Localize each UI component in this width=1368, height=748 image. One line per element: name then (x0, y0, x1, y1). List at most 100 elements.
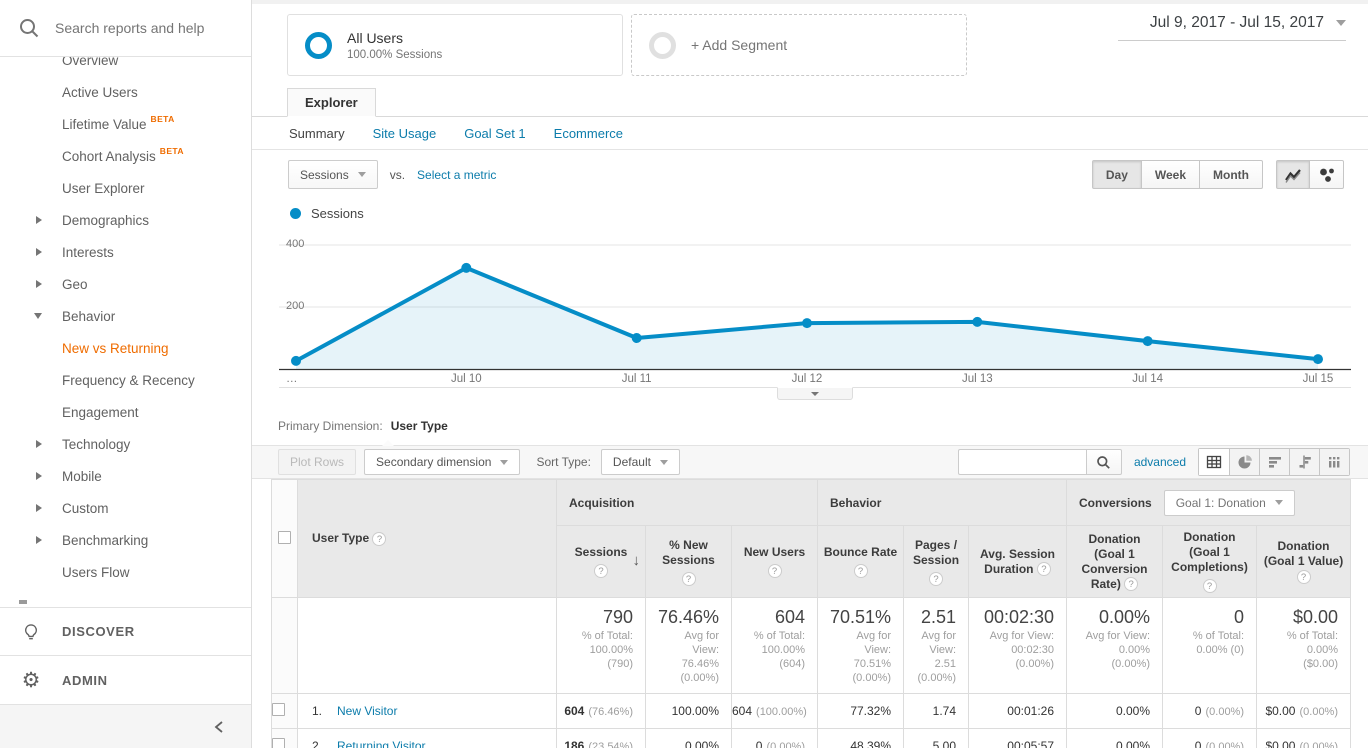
granularity-week[interactable]: Week (1141, 160, 1201, 189)
column-header-user-type[interactable]: User Type ? (297, 479, 557, 598)
column-header-new-sessions[interactable]: % New Sessions? (645, 525, 732, 598)
row-checkbox[interactable] (272, 703, 285, 716)
data-point[interactable] (631, 333, 642, 343)
column-header-bounce-rate[interactable]: Bounce Rate? (817, 525, 905, 598)
user-type-link[interactable]: Returning Visitor (337, 739, 426, 748)
help-icon[interactable]: ? (767, 564, 782, 578)
column-header-pages-session[interactable]: Pages / Session? (903, 525, 970, 598)
totals-cell: 0 % of Total: 0.00% (0) (1162, 597, 1258, 694)
subtab-goal-set-1[interactable]: Goal Set 1 (464, 126, 525, 141)
advanced-link[interactable]: advanced (1134, 455, 1186, 469)
column-header-avg-session-duration[interactable]: Avg. Session Duration ? (968, 525, 1068, 598)
cell-value: 0 (755, 739, 763, 748)
granularity-day[interactable]: Day (1091, 160, 1142, 189)
legend-label: Sessions (311, 205, 364, 221)
goal-selector-button[interactable]: Goal 1: Donation (1163, 489, 1295, 516)
metric-select[interactable]: Sessions (288, 160, 378, 189)
segment-title: All Users (347, 29, 404, 46)
sort-type-button[interactable]: Default (600, 449, 680, 475)
sidebar-item-active-users[interactable]: Active Users (0, 76, 251, 108)
explorer-subnav: Summary Site Usage Goal Set 1 Ecommerce (252, 117, 1368, 150)
data-point[interactable] (1313, 354, 1323, 365)
sidebar-item-behavior[interactable]: Behavior (0, 300, 251, 332)
sidebar-item-interests[interactable]: Interests (0, 236, 251, 268)
total-value: 0.00% (1098, 607, 1151, 627)
data-point[interactable] (461, 262, 472, 273)
sidebar-item-geo[interactable]: Geo (0, 268, 251, 300)
row-index: 1. (312, 704, 323, 718)
sidebar-item-benchmarking[interactable]: Benchmarking (0, 524, 251, 556)
column-header-donation-goal-1-conversion-rate[interactable]: Donation (Goal 1 Conversion Rate) ? (1066, 525, 1164, 598)
granularity-month[interactable]: Month (1200, 160, 1263, 189)
sidebar-item-users-flow[interactable]: Users Flow (0, 556, 251, 588)
data-point[interactable] (1142, 336, 1153, 347)
table-search-button[interactable] (1085, 449, 1122, 475)
sidebar-item-mobile[interactable]: Mobile (0, 460, 251, 492)
table-search-input[interactable] (957, 449, 1086, 475)
sidebar-item-technology[interactable]: Technology (0, 428, 251, 460)
plot-rows-button[interactable]: Plot Rows (278, 449, 357, 475)
column-header-sessions[interactable]: Sessions? ↓ (556, 525, 646, 598)
help-icon[interactable]: ? (681, 571, 696, 586)
help-icon[interactable]: ? (929, 571, 944, 586)
sidebar-item-new-vs-returning[interactable]: New vs Returning (0, 332, 251, 364)
data-point[interactable] (802, 318, 812, 329)
chart-svg (279, 244, 1351, 371)
help-icon[interactable]: ? (1296, 569, 1311, 584)
sidebar-item-demographics[interactable]: Demographics (0, 204, 251, 236)
help-icon[interactable]: ? (372, 531, 387, 546)
tab-explorer[interactable]: Explorer (287, 88, 376, 117)
sidebar-item-cohort-analysis[interactable]: Cohort Analysis BETA (0, 140, 251, 172)
totals-row: 790 % of Total: 100.00% (790) 76.46% Avg fo… (271, 597, 1352, 694)
line-chart-view-button[interactable] (1276, 160, 1310, 189)
select-all-checkbox[interactable] (278, 530, 291, 544)
legend-dot-icon (290, 207, 301, 219)
help-icon[interactable]: ? (853, 564, 868, 578)
pivot-view-button[interactable] (1319, 449, 1349, 475)
metric-select-value: Sessions (300, 167, 349, 182)
user-type-link[interactable]: New Visitor (337, 704, 397, 718)
sessions-line-chart[interactable]: 200 400 … Jul 10 Jul 11 Jul 12 Jul 13 Jul 14 Jul… (279, 227, 1351, 387)
x-axis-tick: Jul 13 (961, 373, 993, 385)
select-metric-link[interactable]: Select a metric (417, 168, 496, 182)
secondary-dimension-button[interactable]: Secondary dimension (364, 449, 521, 475)
help-icon[interactable]: ? (594, 564, 608, 578)
row-checkbox[interactable] (272, 738, 285, 748)
sidebar-item-custom[interactable]: Custom (0, 492, 251, 524)
sidebar-item-label: Technology (62, 436, 131, 452)
subtab-ecommerce[interactable]: Ecommerce (554, 126, 623, 141)
chart-expander-tab[interactable] (777, 387, 853, 400)
sidebar-item-lifetime-value[interactable]: Lifetime Value BETA (0, 108, 251, 140)
subtab-summary[interactable]: Summary (289, 126, 345, 141)
data-view-button[interactable] (1199, 449, 1229, 475)
help-icon[interactable]: ? (1124, 577, 1139, 592)
performance-view-button[interactable] (1259, 449, 1289, 475)
total-subtext: % of Total: 0.00% (0) (1192, 630, 1245, 656)
primary-dimension-value[interactable]: User Type (391, 419, 448, 433)
sidebar-collapse-button[interactable] (0, 704, 251, 748)
segment-all-users[interactable]: All Users 100.00% Sessions (287, 14, 623, 76)
data-point[interactable] (291, 355, 301, 366)
subtab-site-usage[interactable]: Site Usage (373, 126, 437, 141)
help-icon[interactable]: ? (1036, 562, 1051, 577)
sidebar-item-discover[interactable]: DISCOVER (0, 607, 251, 655)
add-segment-button[interactable]: + Add Segment (631, 14, 967, 76)
sidebar-item-user-explorer[interactable]: User Explorer (0, 172, 251, 204)
sidebar-item-frequency-recency[interactable]: Frequency & Recency (0, 364, 251, 396)
data-point[interactable] (972, 316, 983, 327)
column-header-donation-goal-1-completions[interactable]: Donation (Goal 1 Completions)? (1162, 525, 1258, 598)
sidebar-search[interactable] (0, 0, 251, 57)
column-header-donation-goal-1-value[interactable]: Donation (Goal 1 Value) ? (1256, 525, 1352, 598)
cell-value: 0 (1194, 739, 1202, 748)
motion-chart-view-button[interactable] (1310, 160, 1344, 189)
sort-descending-icon[interactable]: ↓ (633, 553, 641, 568)
comparison-view-button[interactable] (1289, 449, 1319, 475)
total-value: 00:02:30 (983, 607, 1055, 627)
sidebar-search-input[interactable] (55, 20, 235, 36)
date-range-selector[interactable]: Jul 9, 2017 - Jul 15, 2017 (1118, 14, 1346, 41)
sidebar-item-engagement[interactable]: Engagement (0, 396, 251, 428)
percentage-view-button[interactable] (1229, 449, 1259, 475)
column-header-new-users[interactable]: New Users? (730, 525, 819, 598)
help-icon[interactable]: ? (1202, 579, 1217, 593)
sidebar-item-admin[interactable]: ⚙ ADMIN (0, 655, 251, 704)
